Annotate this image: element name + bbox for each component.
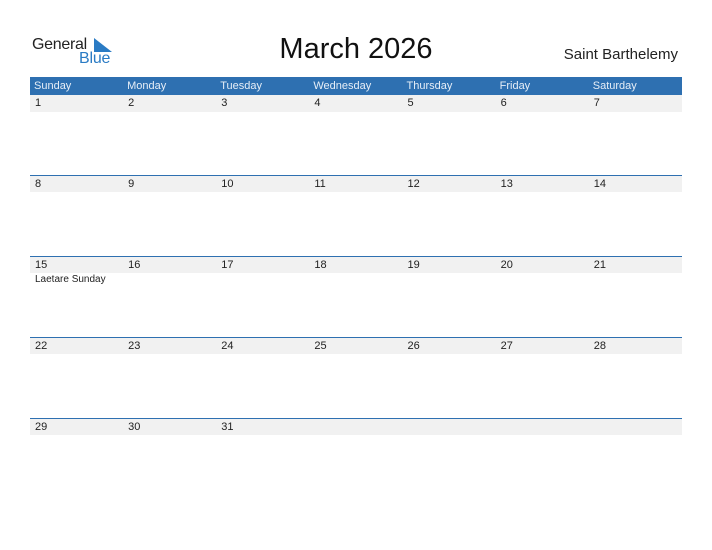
weekday-sunday: Sunday	[34, 80, 72, 92]
day-cell: 20	[500, 259, 513, 271]
day-cell: 28	[593, 340, 606, 352]
day-cell: 4	[314, 97, 321, 109]
weekday-saturday: Saturday	[592, 80, 637, 92]
holiday-label: Laetare Sunday	[35, 274, 106, 285]
day-cell: 12	[407, 178, 420, 190]
day-cell: 16	[128, 259, 141, 271]
calendar-grid: Sunday Monday Tuesday Wednesday Thursday…	[30, 77, 682, 499]
weekday-tuesday: Tuesday	[220, 80, 263, 92]
day-cell: 1	[35, 97, 42, 109]
day-cell: 29	[35, 421, 48, 433]
weekday-monday: Monday	[127, 80, 167, 92]
day-cell: 26	[407, 340, 420, 352]
week-row-4: 22 23 24 25 26 27 28	[30, 337, 682, 418]
day-cell: 18	[314, 259, 327, 271]
day-cell: 22	[35, 340, 48, 352]
day-cell: 7	[593, 97, 600, 109]
week-row-1: 1 2 3 4 5 6 7	[30, 95, 682, 175]
day-cell: 30	[128, 421, 141, 433]
country-name: Saint Barthelemy	[563, 46, 678, 63]
day-cell: 19	[407, 259, 420, 271]
day-cell: 15	[35, 259, 48, 271]
day-cell	[403, 419, 496, 435]
day-cell: 9	[128, 178, 135, 190]
day-cell: 14	[593, 178, 606, 190]
weekday-thursday: Thursday	[406, 80, 453, 92]
day-cell: 31	[221, 421, 234, 433]
week-row-3: 15 16 17 18 19 20 21 Laetare Sunday	[30, 256, 682, 337]
day-cell: 27	[500, 340, 513, 352]
weekday-header: Sunday Monday Tuesday Wednesday Thursday…	[30, 77, 682, 95]
day-cell: 6	[500, 97, 507, 109]
day-cell: 11	[314, 178, 326, 190]
week-row-5: 29 30 31	[30, 418, 682, 499]
day-cell: 21	[593, 259, 606, 271]
weekday-friday: Friday	[499, 80, 531, 92]
weekday-wednesday: Wednesday	[313, 80, 372, 92]
day-cell	[309, 419, 402, 435]
day-cell: 2	[128, 97, 135, 109]
day-cell	[589, 419, 682, 435]
day-cell: 17	[221, 259, 234, 271]
day-cell: 13	[500, 178, 513, 190]
day-cell: 8	[35, 178, 42, 190]
week-row-2: 8 9 10 11 12 13 14	[30, 175, 682, 256]
day-cell: 23	[128, 340, 141, 352]
day-cell: 24	[221, 340, 234, 352]
day-cell: 25	[314, 340, 327, 352]
day-cell: 3	[221, 97, 228, 109]
day-cell: 10	[221, 178, 234, 190]
day-cell: 5	[407, 97, 414, 109]
day-cell	[496, 419, 589, 435]
